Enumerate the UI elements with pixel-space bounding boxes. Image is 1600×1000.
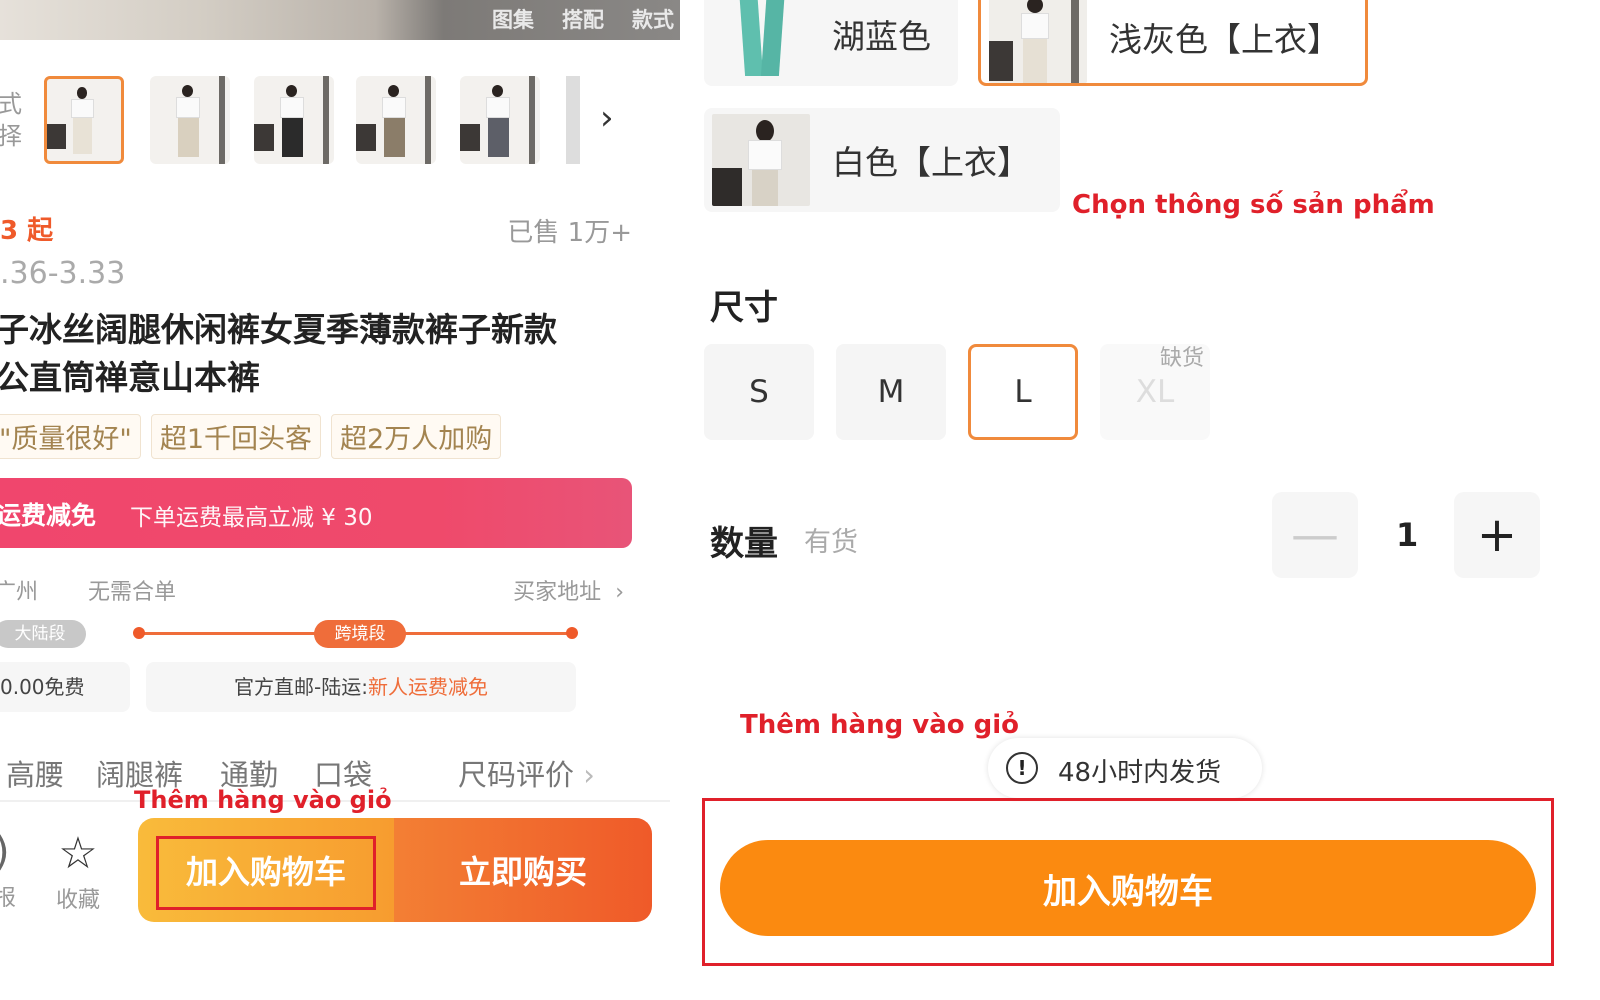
info-icon: ! (1006, 752, 1038, 784)
route-dot (566, 627, 578, 639)
color-option[interactable]: 湖蓝色 (704, 0, 958, 86)
gallery-image-strip: 图集 搭配 款式 (0, 0, 680, 40)
variant-select-label: 式 择 (0, 90, 22, 150)
annotation-choose-specs: Chọn thông số sản phẩm (1072, 190, 1435, 220)
tag-repeat-customers: 超1千回头客 (150, 414, 322, 459)
sku-selector-panel: 湖蓝色 浅灰色【上衣】 白色【上衣】 Chọn thông số sản phẩ… (682, 0, 1600, 1000)
shipping-fee-box: 0.00免费 (0, 662, 130, 712)
shipping-method-box: 官方直邮-陆运:新人运费减免 (146, 662, 576, 712)
shipping-notice-text: 48小时内发货 (1058, 758, 1222, 788)
store-button-label: 报 (0, 886, 17, 911)
variant-thumb[interactable] (44, 76, 124, 164)
color-option-label: 浅灰色【上衣】 (1109, 20, 1340, 59)
store-button-partial[interactable]: ) 报 (0, 832, 16, 912)
shipping-route: 大陆段 跨境段 (0, 620, 580, 650)
attr-chip: 高腰 (6, 758, 65, 792)
product-detail-panel: 图集 搭配 款式 式 择 › 3 起 已售 1万+ .36-3.33 子冰丝阔腿… (0, 0, 680, 1000)
promo-text: 下单运费最高立减 ¥ 30 (130, 505, 373, 531)
ship-from: 广州 (0, 580, 39, 605)
annotation-add-to-cart: Thêm hàng vào giỏ (740, 710, 1020, 740)
promo-tag: 运费减免 (0, 501, 97, 530)
chevron-right-icon: › (583, 758, 595, 792)
star-icon: ☆ (58, 828, 98, 879)
color-option-image (712, 114, 810, 206)
price-start: 3 起 (0, 216, 54, 246)
quantity-value: 1 (1396, 516, 1419, 554)
size-option-m[interactable]: M (836, 344, 946, 440)
variant-thumb-partial[interactable] (566, 76, 580, 164)
route-segment-domestic: 大陆段 (0, 620, 86, 648)
size-review-label: 尺码评价 (458, 758, 575, 792)
tab-gallery[interactable]: 图集 (492, 4, 534, 34)
favorite-label: 收藏 (55, 888, 100, 913)
color-option[interactable]: 白色【上衣】 (704, 108, 1060, 212)
product-title: 子冰丝阔腿休闲裤女夏季薄款裤子新款 公直筒禅意山本裤 (0, 306, 636, 402)
tag-added-to-cart: 超2万人加购 (331, 414, 502, 459)
product-title-line2: 公直筒禅意山本裤 (0, 358, 260, 397)
add-to-cart-confirm-button[interactable]: 加入购物车 (720, 840, 1536, 936)
ship-merge: 无需合单 (88, 580, 177, 605)
size-option-s[interactable]: S (704, 344, 814, 440)
route-dot (133, 627, 145, 639)
stock-status: 有货 (804, 527, 858, 558)
buyer-address-label: 买家地址 (513, 580, 602, 605)
size-option-l[interactable]: L (968, 344, 1078, 440)
variant-thumb[interactable] (356, 76, 436, 164)
size-review-link[interactable]: 尺码评价 › (458, 752, 595, 794)
product-title-line1: 子冰丝阔腿休闲裤女夏季薄款裤子新款 (0, 310, 557, 349)
favorite-button[interactable]: ☆ 收藏 (48, 832, 108, 914)
shipping-promo-banner[interactable]: 运费减免 下单运费最高立减 ¥ 30 (0, 478, 632, 548)
chevron-right-icon[interactable]: › (600, 98, 614, 138)
shipping-fee: 0.00免费 (0, 675, 85, 699)
variant-thumb[interactable] (254, 76, 334, 164)
price-range: .36-3.33 (0, 256, 126, 291)
chevron-right-icon: › (615, 580, 624, 605)
shipping-method: 官方直邮-陆运: (234, 675, 368, 699)
gallery-tabs: 图集 搭配 款式 (492, 4, 674, 34)
route-segment-cross-border: 跨境段 (314, 620, 406, 648)
tab-style[interactable]: 款式 (632, 4, 674, 34)
color-option-label: 白色【上衣】 (832, 143, 1030, 182)
quantity-section-title: 数量 (710, 524, 778, 564)
quantity-decrease-button[interactable]: — (1272, 492, 1358, 578)
buyer-address-link[interactable]: 买家地址 › (513, 574, 624, 606)
color-option-label: 湖蓝色 (832, 17, 931, 56)
out-of-stock-badge: 缺货 (1160, 346, 1205, 371)
variant-thumb[interactable] (460, 76, 540, 164)
annotation-add-to-cart: Thêm hàng vào giỏ (134, 786, 392, 814)
size-section-title: 尺寸 (710, 288, 778, 328)
tag-quality: "质量很好" (0, 414, 141, 459)
buy-now-button[interactable]: 立即购买 (394, 818, 652, 922)
shipping-notice-pill: ! 48小时内发货 (988, 738, 1262, 798)
color-option-selected[interactable]: 浅灰色【上衣】 (978, 0, 1368, 86)
product-tags: "质量很好" 超1千回头客 超2万人加购 (0, 414, 502, 459)
sold-count: 已售 1万+ (507, 218, 632, 248)
color-option-image (989, 0, 1087, 83)
color-option-image (712, 0, 810, 80)
tab-outfit[interactable]: 搭配 (562, 4, 604, 34)
variant-thumb[interactable] (150, 76, 230, 164)
annotation-highlight-box (156, 836, 376, 910)
shipping-method-promo: 新人运费减免 (367, 675, 488, 699)
quantity-increase-button[interactable]: + (1454, 492, 1540, 578)
